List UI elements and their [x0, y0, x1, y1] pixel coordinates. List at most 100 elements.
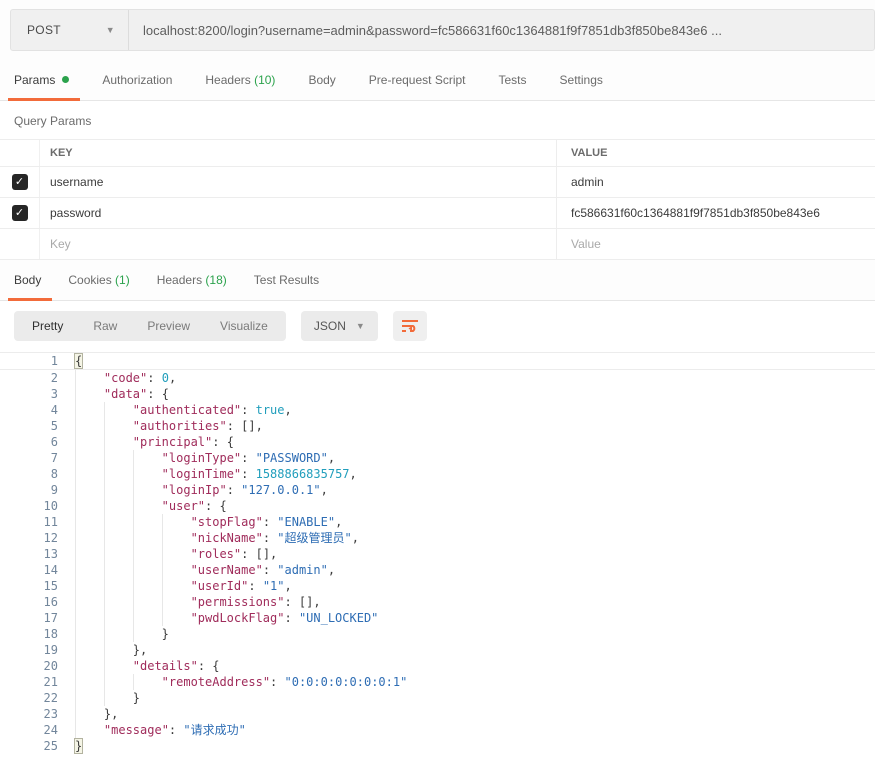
- tab-label: Test Results: [254, 273, 319, 287]
- code-line: 8 "loginTime": 1588866835757,: [0, 466, 875, 482]
- code-text: },: [75, 706, 118, 722]
- token-str: "1": [263, 579, 285, 593]
- line-number: 24: [0, 722, 58, 738]
- response-tab-body[interactable]: Body: [14, 260, 41, 301]
- token-key: "stopFlag": [191, 515, 263, 529]
- token-punc: : {: [147, 387, 169, 401]
- code-line: 17"pwdLockFlag": "UN_LOCKED": [0, 610, 875, 626]
- param-checkbox[interactable]: ✓: [12, 205, 28, 221]
- wrap-lines-button[interactable]: [393, 311, 427, 341]
- token-punc: :: [263, 515, 277, 529]
- code-line: 18}: [0, 626, 875, 642]
- token-punc: ,: [352, 531, 359, 545]
- token-punc: :: [284, 611, 298, 625]
- view-mode-pretty[interactable]: Pretty: [17, 311, 78, 341]
- code-line: 9"loginIp": "127.0.0.1",: [0, 482, 875, 498]
- token-punc: :: [248, 579, 262, 593]
- token-key: "principal": [133, 435, 212, 449]
- url-input[interactable]: localhost:8200/login?username=admin&pass…: [129, 10, 874, 50]
- line-number: 8: [0, 466, 58, 482]
- indent-guide: [133, 498, 162, 514]
- code-text: "message": "请求成功": [75, 722, 246, 738]
- indent-guide: [104, 402, 133, 418]
- token-punc: ,: [285, 403, 292, 417]
- response-tab-headers[interactable]: Headers (18): [157, 260, 227, 301]
- indent-guide: [133, 466, 162, 482]
- indent-guide: [133, 514, 162, 530]
- param-value-cell[interactable]: admin: [557, 167, 875, 197]
- indent-guide: [75, 530, 104, 546]
- param-key-cell[interactable]: username: [40, 167, 557, 197]
- token-punc: }: [133, 691, 140, 705]
- indent-guide: [104, 450, 133, 466]
- line-number: 18: [0, 626, 58, 642]
- param-key-cell[interactable]: Key: [40, 229, 557, 259]
- request-tab-authorization[interactable]: Authorization: [102, 60, 172, 101]
- code-line: 7"loginType": "PASSWORD",: [0, 450, 875, 466]
- request-tab-params[interactable]: Params: [14, 60, 69, 101]
- code-text: }: [75, 626, 169, 642]
- param-checkbox-cell: ✓: [0, 198, 40, 228]
- token-key: "nickName": [191, 531, 263, 545]
- key-column-header: KEY: [40, 140, 557, 166]
- indent-guide: [104, 482, 133, 498]
- request-tab-headers[interactable]: Headers (10): [205, 60, 275, 101]
- code-text: },: [75, 642, 147, 658]
- indent-guide: [104, 642, 133, 658]
- view-mode-raw[interactable]: Raw: [78, 311, 132, 341]
- query-params-table: KEY VALUE ✓usernameadmin✓passwordfc58663…: [0, 139, 875, 260]
- line-number: 4: [0, 402, 58, 418]
- indent-guide: [104, 610, 133, 626]
- indent-guide: [75, 482, 104, 498]
- param-placeholder-row: KeyValue: [0, 229, 875, 260]
- response-tab-cookies[interactable]: Cookies (1): [68, 260, 129, 301]
- indent-guide: [75, 578, 104, 594]
- request-tab-tests[interactable]: Tests: [499, 60, 527, 101]
- code-text: "loginIp": "127.0.0.1",: [75, 482, 328, 498]
- response-tab-test-results[interactable]: Test Results: [254, 260, 319, 301]
- tab-count-badge: (18): [202, 273, 227, 287]
- wrap-lines-icon: [401, 318, 419, 334]
- token-key: "data": [104, 387, 147, 401]
- token-punc: : {: [198, 659, 220, 673]
- request-tab-settings[interactable]: Settings: [560, 60, 603, 101]
- view-mode-group: PrettyRawPreviewVisualize: [14, 311, 286, 341]
- param-value-cell[interactable]: Value: [557, 229, 875, 259]
- indent-guide: [75, 546, 104, 562]
- tab-label: Settings: [560, 73, 603, 87]
- token-key: "authenticated": [133, 403, 241, 417]
- request-tab-pre-request-script[interactable]: Pre-request Script: [369, 60, 466, 101]
- token-punc: :: [241, 403, 255, 417]
- tab-label: Authorization: [102, 73, 172, 87]
- line-number: 12: [0, 530, 58, 546]
- param-row: ✓ passwordfc586631f60c1364881f9f7851db3f8…: [0, 198, 875, 229]
- token-key: "remoteAddress": [162, 675, 270, 689]
- token-key: "authorities": [133, 419, 227, 433]
- token-punc: : [],: [241, 547, 277, 561]
- response-tabs: Body Cookies (1) Headers (18) Test Results: [0, 260, 875, 301]
- indent-guide: [75, 722, 104, 738]
- token-punc: : [],: [227, 419, 263, 433]
- token-str: "admin": [277, 563, 328, 577]
- token-num: 1588866835757: [256, 467, 350, 481]
- code-text: "loginTime": 1588866835757,: [75, 466, 357, 482]
- param-value-cell[interactable]: fc586631f60c1364881f9f7851db3f850be843e6: [557, 198, 875, 228]
- chevron-down-icon: ▼: [106, 25, 115, 35]
- view-mode-preview[interactable]: Preview: [132, 311, 205, 341]
- view-mode-visualize[interactable]: Visualize: [205, 311, 283, 341]
- request-tab-body[interactable]: Body: [308, 60, 335, 101]
- code-text: "roles": [],: [75, 546, 277, 562]
- param-key-cell[interactable]: password: [40, 198, 557, 228]
- line-number: 17: [0, 610, 58, 626]
- tab-count-badge: (1): [112, 273, 130, 287]
- token-num: 0: [162, 371, 169, 385]
- indent-guide: [75, 594, 104, 610]
- language-dropdown[interactable]: JSON ▼: [301, 311, 378, 341]
- method-dropdown[interactable]: POST ▼: [11, 10, 129, 50]
- param-checkbox[interactable]: ✓: [12, 174, 28, 190]
- token-punc: ,: [350, 467, 357, 481]
- indent-guide: [104, 466, 133, 482]
- response-body-code[interactable]: 1{2"code": 0,3"data": {4"authenticated":…: [0, 350, 875, 754]
- token-str: "超级管理员": [277, 531, 351, 545]
- param-rows: ✓ usernameadmin ✓ passwordfc586631f60c13648…: [0, 167, 875, 260]
